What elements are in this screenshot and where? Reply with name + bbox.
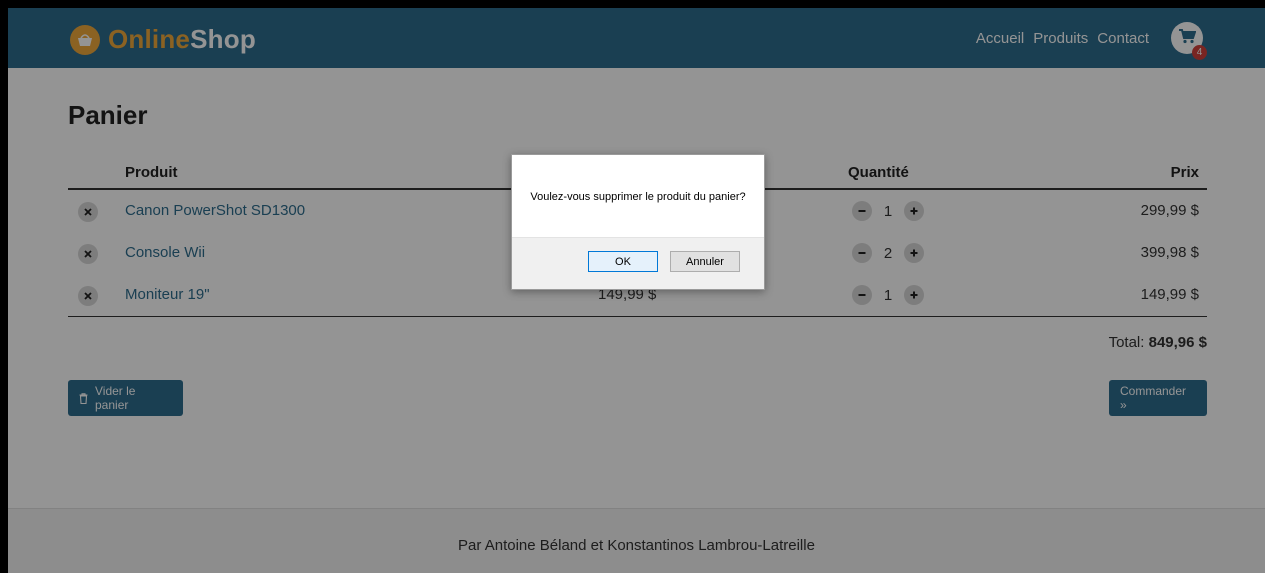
dialog-button-bar: OK Annuler (512, 237, 764, 289)
modal-overlay (8, 8, 1265, 573)
dialog-message: Voulez-vous supprimer le produit du pani… (530, 191, 746, 203)
confirm-dialog: Voulez-vous supprimer le produit du pani… (511, 154, 765, 290)
browser-viewport: OnlineShop Accueil Produits Contact 4 Pa… (8, 8, 1265, 573)
dialog-cancel-button[interactable]: Annuler (670, 251, 740, 272)
dialog-ok-button[interactable]: OK (588, 251, 658, 272)
